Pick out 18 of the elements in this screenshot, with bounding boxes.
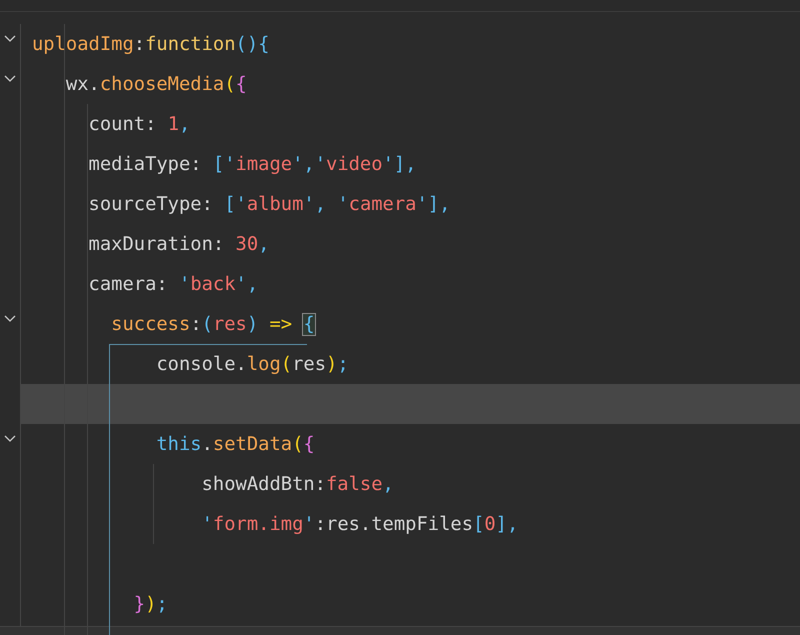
fold-chevron-icon[interactable] [4, 314, 16, 322]
fold-chevron-icon[interactable] [4, 74, 16, 82]
fold-chevron-icon[interactable] [4, 434, 16, 442]
code-line: wx.chooseMedia({ [64, 74, 247, 94]
code-line: maxDuration: 30, [88, 234, 270, 254]
code-line: mediaType: ['image','video'], [88, 154, 416, 174]
code-line: camera: 'back', [88, 274, 258, 294]
code-line: success:(res) => { [110, 314, 315, 334]
code-line: }); [132, 594, 168, 614]
code-line: console.log(res); [155, 354, 349, 374]
code-line: uploadImg:function(){ [32, 34, 270, 54]
code-line: 'form.img':res.tempFiles[0], [200, 514, 518, 534]
code-line: showAddBtn:false, [200, 474, 394, 494]
code-line: count: 1, [88, 114, 190, 134]
fold-chevron-icon[interactable] [4, 34, 16, 42]
horizontal-scrollbar[interactable] [0, 626, 800, 635]
code-line: this.setData({ [155, 434, 315, 454]
code-line: sourceType: ['album', 'camera'], [88, 194, 450, 214]
